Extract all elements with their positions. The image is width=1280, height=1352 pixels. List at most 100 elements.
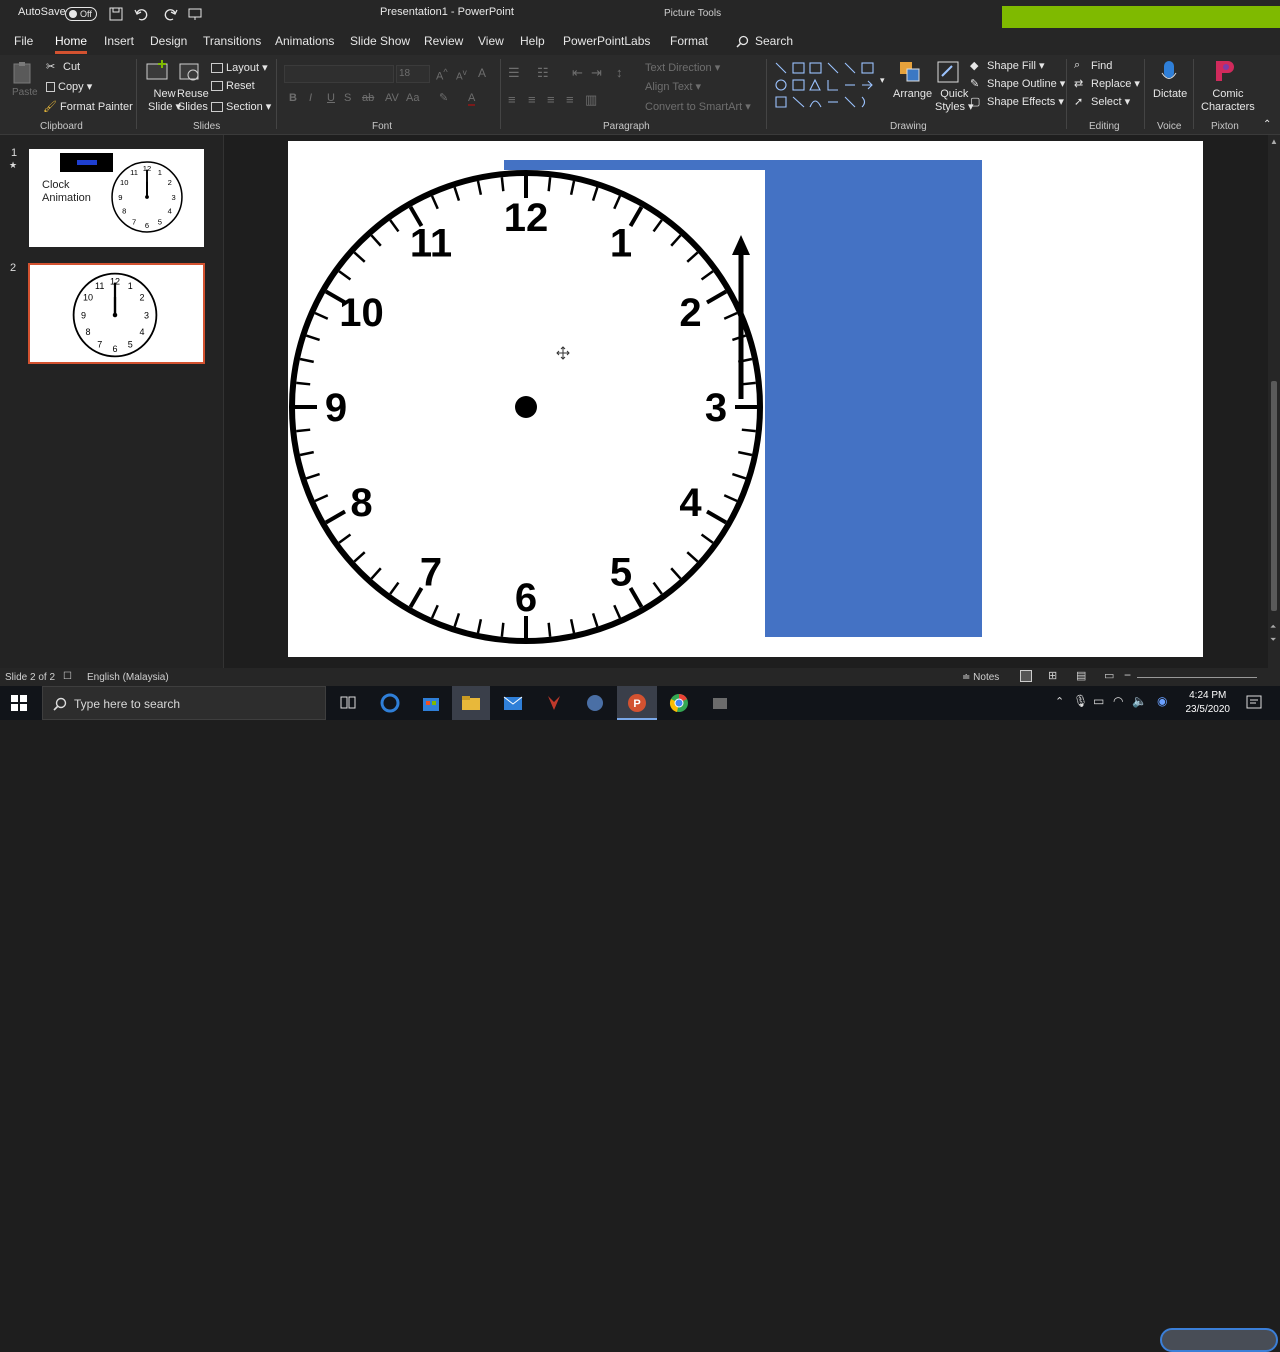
- mail-icon[interactable]: [503, 693, 523, 713]
- media-app-icon[interactable]: [710, 693, 730, 713]
- store-icon[interactable]: [421, 693, 441, 713]
- increase-indent-icon[interactable]: ⇥: [591, 65, 602, 81]
- highlight-icon[interactable]: ✎: [439, 91, 448, 104]
- change-case-button[interactable]: Aa: [406, 92, 419, 104]
- taskbar-search-box[interactable]: Type here to search: [42, 686, 326, 720]
- predator-app-icon[interactable]: [544, 693, 564, 713]
- reading-view-icon[interactable]: ▤: [1076, 669, 1086, 682]
- edge-browser-icon[interactable]: [380, 693, 400, 713]
- spellcheck-icon[interactable]: ☐: [63, 671, 72, 682]
- align-right-icon[interactable]: ≡: [547, 92, 555, 107]
- previous-slide-icon[interactable]: ⏶: [1270, 622, 1276, 632]
- shapes-gallery[interactable]: [773, 60, 885, 112]
- microphone-tray-icon[interactable]: 🎙: [1073, 694, 1088, 708]
- redo-icon[interactable]: [164, 7, 178, 21]
- tab-format[interactable]: Format: [670, 34, 708, 48]
- dictate-button[interactable]: Dictate: [1153, 88, 1187, 100]
- tab-help[interactable]: Help: [520, 34, 545, 48]
- reuse-slides-button[interactable]: Reuse Slides: [177, 88, 209, 114]
- shape-outline-button[interactable]: ✎ Shape Outline ▾: [970, 77, 1065, 91]
- scroll-thumb[interactable]: [1271, 381, 1277, 611]
- zoom-out-icon[interactable]: −: [1124, 668, 1131, 682]
- copy-button[interactable]: Copy ▾: [46, 80, 92, 93]
- clock-image[interactable]: 121234567891011: [289, 170, 763, 644]
- blue-rectangle[interactable]: [765, 160, 982, 637]
- zoom-slider[interactable]: [1137, 677, 1257, 678]
- save-icon[interactable]: [109, 7, 123, 21]
- font-color-button[interactable]: A: [468, 92, 476, 106]
- quick-styles-button[interactable]: Quick Styles ▾: [935, 88, 974, 114]
- shapes-more-icon[interactable]: ▾: [880, 75, 885, 86]
- slide-sorter-icon[interactable]: ⊞: [1048, 669, 1057, 682]
- bullets-icon[interactable]: ☰: [508, 65, 520, 81]
- microphone-icon[interactable]: [1157, 60, 1181, 84]
- tab-animations[interactable]: Animations: [275, 34, 334, 48]
- convert-smartart-button[interactable]: Convert to SmartArt ▾: [645, 100, 751, 113]
- clear-format-icon[interactable]: A: [478, 66, 486, 80]
- underline-button[interactable]: U: [327, 92, 335, 104]
- vertical-scrollbar[interactable]: ▲ ⏶ ⏷: [1268, 135, 1280, 668]
- next-slide-icon[interactable]: ⏷: [1270, 635, 1276, 645]
- language-indicator[interactable]: English (Malaysia): [87, 672, 169, 683]
- justify-icon[interactable]: ≡: [566, 92, 574, 107]
- powerpoint-icon[interactable]: P: [627, 693, 647, 713]
- char-spacing-button[interactable]: AV: [385, 92, 399, 104]
- line-spacing-icon[interactable]: ↕: [616, 65, 623, 80]
- present-icon[interactable]: [188, 7, 202, 21]
- tab-slide-show[interactable]: Slide Show: [350, 34, 410, 48]
- autosave-toggle[interactable]: Off: [65, 7, 97, 21]
- tab-transitions[interactable]: Transitions: [203, 34, 261, 48]
- tab-file[interactable]: File: [14, 34, 33, 48]
- file-explorer-icon[interactable]: [461, 693, 481, 713]
- align-left-icon[interactable]: ≡: [508, 92, 516, 107]
- paste-icon[interactable]: [11, 61, 35, 85]
- windows-start-icon[interactable]: [11, 695, 31, 715]
- show-hidden-icons[interactable]: ⌃: [1055, 695, 1064, 708]
- collapse-ribbon-icon[interactable]: ⌃: [1263, 119, 1271, 130]
- tab-insert[interactable]: Insert: [104, 34, 134, 48]
- reset-button[interactable]: Reset: [211, 80, 255, 92]
- select-button[interactable]: ➚ Select ▾: [1074, 95, 1130, 109]
- search-box[interactable]: Search: [755, 34, 793, 48]
- section-button[interactable]: Section ▾: [211, 100, 271, 113]
- task-view-icon[interactable]: [338, 693, 358, 713]
- arrange-icon[interactable]: [898, 60, 922, 84]
- normal-view-icon[interactable]: [1020, 670, 1032, 682]
- shadow-button[interactable]: S: [344, 92, 351, 104]
- decrease-indent-icon[interactable]: ⇤: [572, 65, 583, 81]
- cut-button[interactable]: ✂ Cut: [46, 60, 80, 74]
- reuse-slides-icon[interactable]: [178, 60, 202, 84]
- decrease-font-button[interactable]: Av: [456, 67, 467, 82]
- replace-button[interactable]: ⇄ Replace ▾: [1074, 77, 1140, 91]
- pixton-icon[interactable]: [1212, 59, 1236, 83]
- network-app-icon[interactable]: ◉: [1157, 694, 1167, 708]
- quick-styles-icon[interactable]: [936, 60, 960, 84]
- battery-icon[interactable]: ▭: [1093, 694, 1104, 708]
- bold-button[interactable]: B: [289, 92, 297, 104]
- tab-view[interactable]: View: [478, 34, 504, 48]
- shape-fill-button[interactable]: ◆ Shape Fill ▾: [970, 59, 1045, 73]
- columns-icon[interactable]: ▥: [585, 92, 597, 108]
- strikethrough-button[interactable]: ab: [362, 92, 374, 104]
- notes-button[interactable]: ≐ Notes: [962, 672, 999, 683]
- taskbar-clock[interactable]: 4:24 PM 23/5/2020: [1186, 689, 1231, 717]
- shape-effects-button[interactable]: ▢ Shape Effects ▾: [970, 95, 1064, 109]
- slide-thumbnail-1[interactable]: Clock Animation 12 1 2 3 4 5 6 7 8 9 10 11: [29, 149, 204, 247]
- font-size-box[interactable]: 18: [396, 65, 430, 83]
- scroll-up-icon[interactable]: ▲: [1270, 137, 1278, 146]
- volume-icon[interactable]: 🔈: [1132, 694, 1147, 708]
- font-name-box[interactable]: [284, 65, 394, 83]
- find-button[interactable]: ⌕ Find: [1074, 59, 1112, 73]
- format-painter-button[interactable]: 🖌 Format Painter: [43, 100, 133, 114]
- wifi-icon[interactable]: ◠: [1113, 694, 1123, 708]
- comic-characters-button[interactable]: Comic Characters: [1201, 88, 1255, 114]
- notification-icon[interactable]: [1244, 693, 1264, 713]
- slide-2[interactable]: 12 1 2 3 4 5 6 7 8 9 10 11: [288, 141, 1203, 657]
- numbering-icon[interactable]: ☷: [537, 65, 549, 81]
- slideshow-view-icon[interactable]: ▭: [1104, 669, 1114, 682]
- undo-icon[interactable]: [134, 7, 148, 21]
- slide-thumbnail-2[interactable]: 12 1 2 3 4 5 6 7 8 9 10 11: [28, 263, 205, 364]
- tab-powerpointlabs[interactable]: PowerPointLabs: [563, 34, 650, 48]
- new-slide-icon[interactable]: [145, 60, 169, 84]
- chrome-icon[interactable]: [669, 693, 689, 713]
